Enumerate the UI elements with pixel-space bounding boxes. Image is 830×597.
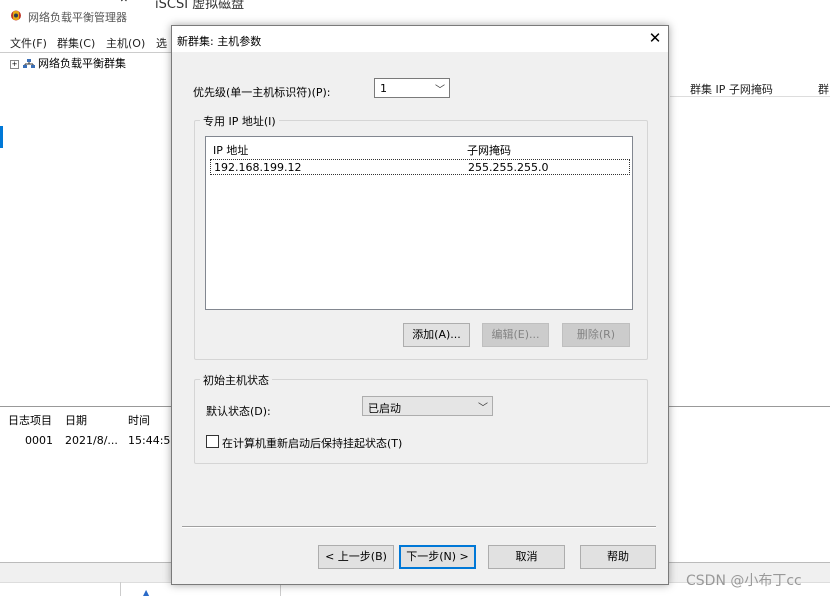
network-cluster-icon [22,59,35,69]
priority-select[interactable]: 1 ﹀ [374,78,450,98]
chevron-down-icon: ﹀ [478,403,488,414]
menu-options[interactable]: 选 [156,35,167,51]
initial-state-group-title: 初始主机状态 [200,372,272,388]
row-mask: 255.255.255.0 [468,161,549,174]
cluster-tree-pane [0,52,171,403]
default-state-value: 已启动 [368,402,401,415]
remove-ip-button[interactable]: 删除(R) [562,323,630,347]
edit-ip-button[interactable]: 编辑(E)... [482,323,549,347]
col-ip-address[interactable]: IP 地址 [213,142,248,158]
divider [120,582,121,596]
log-row-item: 0001 [25,434,53,447]
expand-icon[interactable]: + [10,59,19,69]
button-separator [182,526,656,528]
watermark: CSDN @小布丁cc [686,573,802,589]
add-ip-button[interactable]: 添加(A)... [403,323,470,347]
tree-root-item[interactable]: + 网络负载平衡群集 [10,55,126,71]
dedicated-ip-group-title: 专用 IP 地址(I) [200,113,279,129]
retain-suspended-label[interactable]: 在计算机重新启动后保持挂起状态(T) [222,435,402,451]
row-ip: 192.168.199.12 [214,161,302,174]
log-col-date[interactable]: 日期 [65,412,87,428]
retain-suspended-checkbox[interactable] [206,435,219,448]
close-icon[interactable]: ✕ [646,29,664,47]
priority-label: 优先级(单一主机标识符)(P): [193,86,331,99]
log-col-item[interactable]: 日志项目 [8,412,52,428]
next-button[interactable]: 下一步(N) > [399,545,476,569]
dialog-title: 新群集: 主机参数 [177,35,262,48]
col-cluster-subnet[interactable]: 群集 IP 子网掩码 [690,81,773,97]
back-button[interactable]: < 上一步(B) [318,545,394,569]
menu-cluster[interactable]: 群集(C) [57,35,95,51]
col-truncated[interactable]: 群 [818,81,829,97]
host-parameters-dialog: 新群集: 主机参数 ✕ 优先级(单一主机标识符)(P): 1 ﹀ 专用 IP 地… [171,25,669,585]
menu-file[interactable]: 文件(F) [10,35,47,51]
nlb-app-icon [11,10,21,21]
default-state-label: 默认状态(D): [206,405,271,418]
log-row-time: 15:44:57 [128,434,178,447]
table-row[interactable]: 192.168.199.12 255.255.255.0 [210,159,630,175]
initial-state-group [194,379,648,464]
help-button[interactable]: 帮助 [580,545,656,569]
app-title: 网络负载平衡管理器 [28,11,127,24]
col-subnet-mask[interactable]: 子网掩码 [467,142,511,158]
chevron-down-icon: ﹀ [435,85,445,96]
tree-root-label: 网络负载平衡群集 [38,57,126,70]
selection-indicator [0,126,3,148]
log-col-time[interactable]: 时间 [128,412,150,428]
priority-value: 1 [380,82,387,95]
host-list-area [670,96,830,406]
cancel-button[interactable]: 取消 [488,545,565,569]
default-state-select[interactable]: 已启动 ﹀ [362,396,493,416]
menu-host[interactable]: 主机(O) [106,35,145,51]
behind-window-title: iSCSI 虚拟磁盘 [155,0,245,12]
log-row-date: 2021/8/... [65,434,118,447]
ip-address-list[interactable]: IP 地址 子网掩码 192.168.199.12 255.255.255.0 [205,136,633,310]
